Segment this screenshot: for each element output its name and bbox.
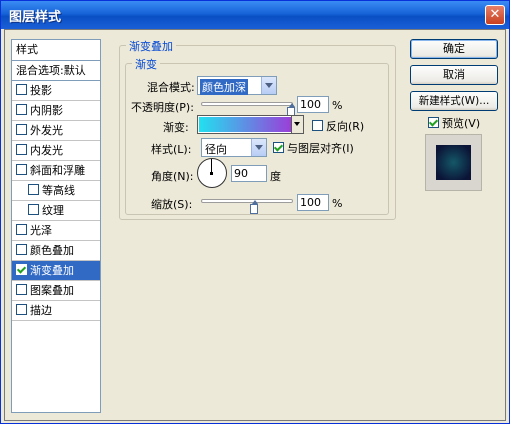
style-list: 样式 混合选项:默认 投影内阴影外发光内发光斜面和浮雕等高线纹理光泽颜色叠加渐变… <box>11 39 101 413</box>
style-item-checkbox[interactable] <box>28 184 39 195</box>
reverse-checkbox-box[interactable] <box>312 120 323 131</box>
angle-unit: 度 <box>270 170 281 183</box>
angle-input[interactable]: 90 <box>231 165 267 182</box>
chevron-down-icon[interactable] <box>261 77 276 94</box>
style-item[interactable]: 颜色叠加 <box>12 241 100 261</box>
gradient-dropdown-icon[interactable] <box>291 116 303 133</box>
style-item-checkbox[interactable] <box>16 224 27 235</box>
gradient-style-value: 径向 <box>205 143 227 156</box>
style-item-label: 等高线 <box>42 184 75 197</box>
style-item-checkbox[interactable] <box>16 84 27 95</box>
gradient-label: 渐变: <box>163 121 189 134</box>
align-checkbox-box[interactable] <box>273 142 284 153</box>
style-item-label: 渐变叠加 <box>30 264 74 277</box>
style-item-label: 内阴影 <box>30 104 63 117</box>
scale-slider-handle[interactable] <box>250 200 259 214</box>
style-item-checkbox[interactable] <box>16 264 27 275</box>
gradient-swatch[interactable] <box>199 117 291 132</box>
angle-label: 角度(N): <box>151 170 194 183</box>
style-item[interactable]: 光泽 <box>12 221 100 241</box>
scale-input[interactable]: 100 <box>297 194 329 211</box>
preview-checkbox[interactable]: 预览(V) <box>428 115 480 131</box>
angle-needle <box>211 159 212 173</box>
ok-button[interactable]: 确定 <box>410 39 498 59</box>
preview-label: 预览(V) <box>442 117 481 130</box>
style-item-label: 投影 <box>30 84 52 97</box>
style-list-header[interactable]: 样式 <box>12 40 100 61</box>
preview-checkbox-box[interactable] <box>428 117 439 128</box>
gradient-overlay-title: 渐变叠加 <box>126 38 176 54</box>
cancel-button[interactable]: 取消 <box>410 65 498 85</box>
style-item-checkbox[interactable] <box>16 104 27 115</box>
style-item-label: 图案叠加 <box>30 284 74 297</box>
blend-mode-value: 颜色加深 <box>200 79 248 95</box>
style-item-checkbox[interactable] <box>16 244 27 255</box>
style-item[interactable]: 纹理 <box>12 201 100 221</box>
close-icon: ✕ <box>489 7 501 22</box>
window-title: 图层样式 <box>9 10 62 25</box>
style-item-checkbox[interactable] <box>16 284 27 295</box>
angle-dial[interactable] <box>197 158 227 188</box>
style-item-label: 光泽 <box>30 224 52 237</box>
preview-swatch <box>436 145 471 180</box>
new-style-button[interactable]: 新建样式(W)... <box>410 91 498 111</box>
style-item-checkbox[interactable] <box>16 144 27 155</box>
style-item[interactable]: 图案叠加 <box>12 281 100 301</box>
style-item-label: 外发光 <box>30 124 63 137</box>
style-item-label: 颜色叠加 <box>30 244 74 257</box>
style-item[interactable]: 外发光 <box>12 121 100 141</box>
scale-slider-track[interactable] <box>201 199 293 203</box>
style-item[interactable]: 描边 <box>12 301 100 321</box>
style-item-label: 纹理 <box>42 204 64 217</box>
style-item[interactable]: 内阴影 <box>12 101 100 121</box>
blend-options-item[interactable]: 混合选项:默认 <box>12 61 100 81</box>
style-item[interactable]: 渐变叠加 <box>12 261 100 281</box>
gradient-group-title: 渐变 <box>132 56 160 72</box>
style-item[interactable]: 投影 <box>12 81 100 101</box>
blend-mode-select[interactable]: 颜色加深 <box>197 76 277 95</box>
style-item-checkbox[interactable] <box>16 124 27 135</box>
gradient-picker[interactable] <box>197 115 304 134</box>
style-item-checkbox[interactable] <box>16 304 27 315</box>
opacity-unit: % <box>332 99 343 112</box>
style-label: 样式(L): <box>151 143 192 156</box>
opacity-label: 不透明度(P): <box>131 101 194 114</box>
scale-unit: % <box>332 197 343 210</box>
reverse-label: 反向(R) <box>326 120 365 133</box>
opacity-slider-track[interactable] <box>201 102 293 106</box>
reverse-checkbox[interactable]: 反向(R) <box>312 118 364 134</box>
style-item-label: 内发光 <box>30 144 63 157</box>
blend-mode-label: 混合模式: <box>147 81 195 94</box>
style-item-label: 斜面和浮雕 <box>30 164 85 177</box>
layer-style-dialog: 图层样式 ✕ 样式 混合选项:默认 投影内阴影外发光内发光斜面和浮雕等高线纹理光… <box>0 0 510 424</box>
style-item-label: 描边 <box>30 304 52 317</box>
style-item-checkbox[interactable] <box>28 204 39 215</box>
style-item[interactable]: 斜面和浮雕 <box>12 161 100 181</box>
angle-center <box>210 172 213 175</box>
style-items: 投影内阴影外发光内发光斜面和浮雕等高线纹理光泽颜色叠加渐变叠加图案叠加描边 <box>12 81 100 321</box>
align-label: 与图层对齐(I) <box>287 142 354 155</box>
scale-label: 缩放(S): <box>151 198 193 211</box>
chevron-down-icon[interactable] <box>251 139 266 156</box>
style-item[interactable]: 等高线 <box>12 181 100 201</box>
opacity-input[interactable]: 100 <box>297 96 329 113</box>
title-bar[interactable]: 图层样式 ✕ <box>1 1 509 29</box>
align-with-layer-checkbox[interactable]: 与图层对齐(I) <box>273 140 354 156</box>
close-button[interactable]: ✕ <box>485 5 505 25</box>
style-item-checkbox[interactable] <box>16 164 27 175</box>
preview-thumbnail <box>425 134 482 191</box>
style-item[interactable]: 内发光 <box>12 141 100 161</box>
gradient-style-select[interactable]: 径向 <box>201 138 267 157</box>
